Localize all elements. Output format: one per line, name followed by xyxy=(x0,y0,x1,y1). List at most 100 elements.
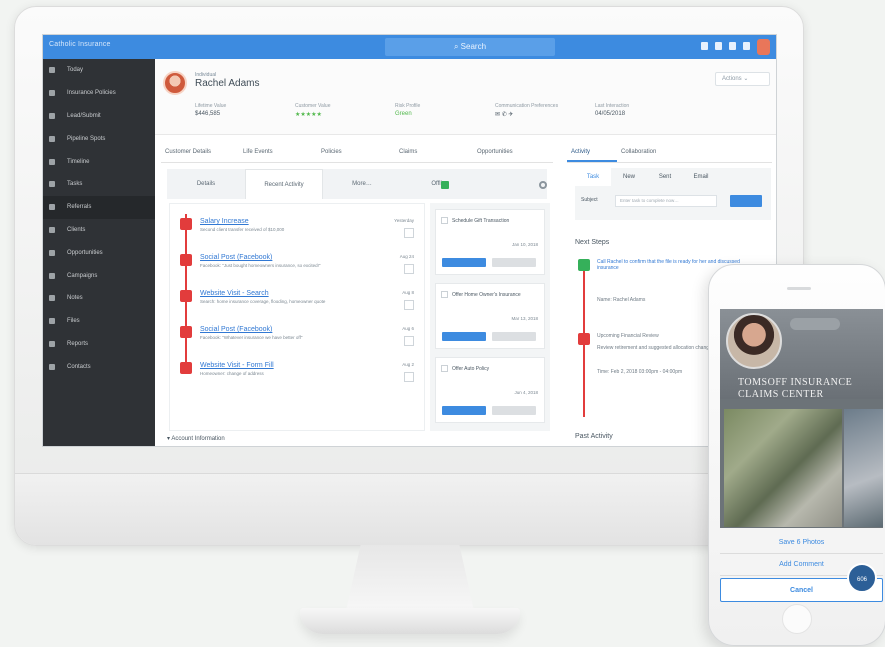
sidebar-item-label: Files xyxy=(67,318,80,325)
task-accept-button[interactable] xyxy=(442,332,486,341)
log-tab-task[interactable]: Task xyxy=(575,168,611,186)
stat-label: Communication Preferences xyxy=(495,103,559,109)
sidebar-item-clients[interactable]: Clients xyxy=(43,219,155,242)
tab-collaboration[interactable]: Collaboration xyxy=(617,139,667,162)
actions-dropdown[interactable]: Actions ⌄ xyxy=(715,72,770,86)
log-subject-input[interactable]: Enter task to complete now… xyxy=(615,195,717,207)
activity-desc: Second client transfer received of $10,0… xyxy=(200,227,285,232)
activity-checkbox[interactable] xyxy=(404,228,414,238)
profile-name: Rachel Adams xyxy=(195,78,260,89)
sidebar-item-label: Lead/Submit xyxy=(67,112,101,119)
sidebar-item-referrals[interactable]: Referrals xyxy=(43,195,155,219)
notification-icon[interactable] xyxy=(743,42,750,50)
activity-title[interactable]: Website Visit - Form Fill xyxy=(200,362,274,369)
sidebar-item-label: Contacts xyxy=(67,363,91,370)
sidebar-item-tasks[interactable]: Tasks xyxy=(43,173,155,196)
task-accept-button[interactable] xyxy=(442,406,486,415)
activity-title[interactable]: Salary Increase xyxy=(200,218,249,225)
activity-title[interactable]: Website Visit - Search xyxy=(200,290,269,297)
log-tab-email[interactable]: Email xyxy=(683,168,719,186)
claim-photo-2[interactable] xyxy=(844,409,883,527)
task-dismiss-button[interactable] xyxy=(492,332,536,341)
sidebar-item-opportunities[interactable]: Opportunities xyxy=(43,241,155,264)
save-photos-button[interactable]: Save 6 Photos xyxy=(720,532,883,554)
activity-checkbox[interactable] xyxy=(404,300,414,310)
help-icon[interactable] xyxy=(715,42,722,50)
sidebar-item-insurance-policies[interactable]: Insurance Policies xyxy=(43,82,155,105)
sidebar-item-files[interactable]: Files xyxy=(43,310,155,333)
subtab-more-[interactable]: More… xyxy=(323,169,401,199)
crm-screen: Catholic Insurance ⌕ Search Today Insuran… xyxy=(42,34,777,447)
sidebar-item-label: Referrals xyxy=(67,204,92,211)
task-dismiss-button[interactable] xyxy=(492,258,536,267)
search-input[interactable]: ⌕ Search xyxy=(385,38,555,56)
sidebar-item-notes[interactable]: Notes xyxy=(43,287,155,310)
offline-icon[interactable] xyxy=(441,181,449,189)
gear-icon[interactable] xyxy=(539,181,547,189)
phone-screen: TOMSOFF INSURANCE CLAIMS CENTER Save 6 P… xyxy=(720,309,883,602)
stat-value: ★★★★★ xyxy=(295,112,322,118)
task-list: Schedule Gift Transaction Jan 10, 2018 Off… xyxy=(430,203,550,431)
phone-header: TOMSOFF INSURANCE CLAIMS CENTER xyxy=(720,309,883,400)
account-information-label: Account Information xyxy=(171,436,225,442)
sidebar-item-pipeline-spots[interactable]: Pipeline Spots xyxy=(43,127,155,150)
activity-desc: Facebook: "Just bought homeowners insura… xyxy=(200,263,321,268)
fab-button[interactable]: 606 xyxy=(847,563,877,593)
sidebar-item-lead-submit[interactable]: Lead/Submit xyxy=(43,105,155,128)
sidebar-item-contacts[interactable]: Contacts xyxy=(43,355,155,378)
sidebar-item-today[interactable]: Today xyxy=(43,59,155,82)
monitor-chin xyxy=(15,473,803,545)
activity-checkbox[interactable] xyxy=(404,336,414,346)
claim-photo[interactable] xyxy=(724,409,842,527)
subtab-offline[interactable]: Offline xyxy=(401,169,479,199)
tab-life-events[interactable]: Life Events xyxy=(239,139,317,162)
tab-customer-details[interactable]: Customer Details xyxy=(161,139,239,162)
tab-claims[interactable]: Claims xyxy=(395,139,473,162)
task-checkbox[interactable] xyxy=(441,365,448,372)
profile-header: Individual Rachel Adams Actions ⌄ Lifeti… xyxy=(155,59,776,135)
brand-logo[interactable]: Catholic Insurance xyxy=(49,41,111,48)
task-dismiss-button[interactable] xyxy=(492,406,536,415)
stat-block: Lifetime Value $446,585 xyxy=(195,103,295,118)
log-tab-sent[interactable]: Sent xyxy=(647,168,683,186)
user-avatar[interactable] xyxy=(757,39,770,55)
sidebar-icon xyxy=(49,204,55,211)
activity-time: Aug 8 xyxy=(402,290,414,295)
tab-activity[interactable]: Activity xyxy=(567,139,617,162)
activity-title[interactable]: Social Post (Facebook) xyxy=(200,326,272,333)
task-name: Offer Home Owner's Insurance xyxy=(452,292,521,298)
sidebar-item-campaigns[interactable]: Campaigns xyxy=(43,264,155,287)
activity-checkbox[interactable] xyxy=(404,264,414,274)
sidebar-icon xyxy=(49,318,55,325)
sidebar-icon xyxy=(49,158,55,165)
avatar xyxy=(726,313,782,369)
grid-icon[interactable] xyxy=(701,42,708,50)
tab-opportunities[interactable]: Opportunities xyxy=(473,139,551,162)
subtab-recent-activity[interactable]: Recent Activity xyxy=(245,169,323,199)
task-date: Jun 4, 2018 xyxy=(514,390,538,395)
tab-policies[interactable]: Policies xyxy=(317,139,395,162)
log-tab-new[interactable]: New xyxy=(611,168,647,186)
task-accept-button[interactable] xyxy=(442,258,486,267)
sidebar-item-reports[interactable]: Reports xyxy=(43,333,155,356)
detail-tabs: Customer Details Life Events Policies Claim… xyxy=(161,139,553,163)
phone-search-pill[interactable] xyxy=(790,318,840,330)
stat-value: ✉ ✆ ✈ xyxy=(495,112,514,118)
calendar-icon xyxy=(578,333,590,345)
stat-block: Last Interaction 04/05/2018 xyxy=(595,103,695,118)
activity-title[interactable]: Social Post (Facebook) xyxy=(200,254,272,261)
activity-checkbox[interactable] xyxy=(404,372,414,382)
task-checkbox[interactable] xyxy=(441,291,448,298)
log-tabs: Task New Sent Email xyxy=(575,168,771,186)
account-information-toggle[interactable]: ▾ Account Information xyxy=(167,435,225,442)
list-item: Website Visit - Form Fill Homeowner: chan… xyxy=(170,358,426,394)
activity-desc: Homeowner: change of address xyxy=(200,371,264,376)
subtab-details[interactable]: Details xyxy=(167,169,245,199)
list-item: Social Post (Facebook) Facebook: "Just bo… xyxy=(170,250,426,286)
home-button[interactable] xyxy=(782,604,812,634)
mail-icon[interactable] xyxy=(729,42,736,50)
task-checkbox[interactable] xyxy=(441,217,448,224)
log-submit-button[interactable] xyxy=(730,195,762,207)
sidebar-item-timeline[interactable]: Timeline xyxy=(43,150,155,173)
task-card: Offer Auto Policy Jun 4, 2018 xyxy=(435,357,545,423)
